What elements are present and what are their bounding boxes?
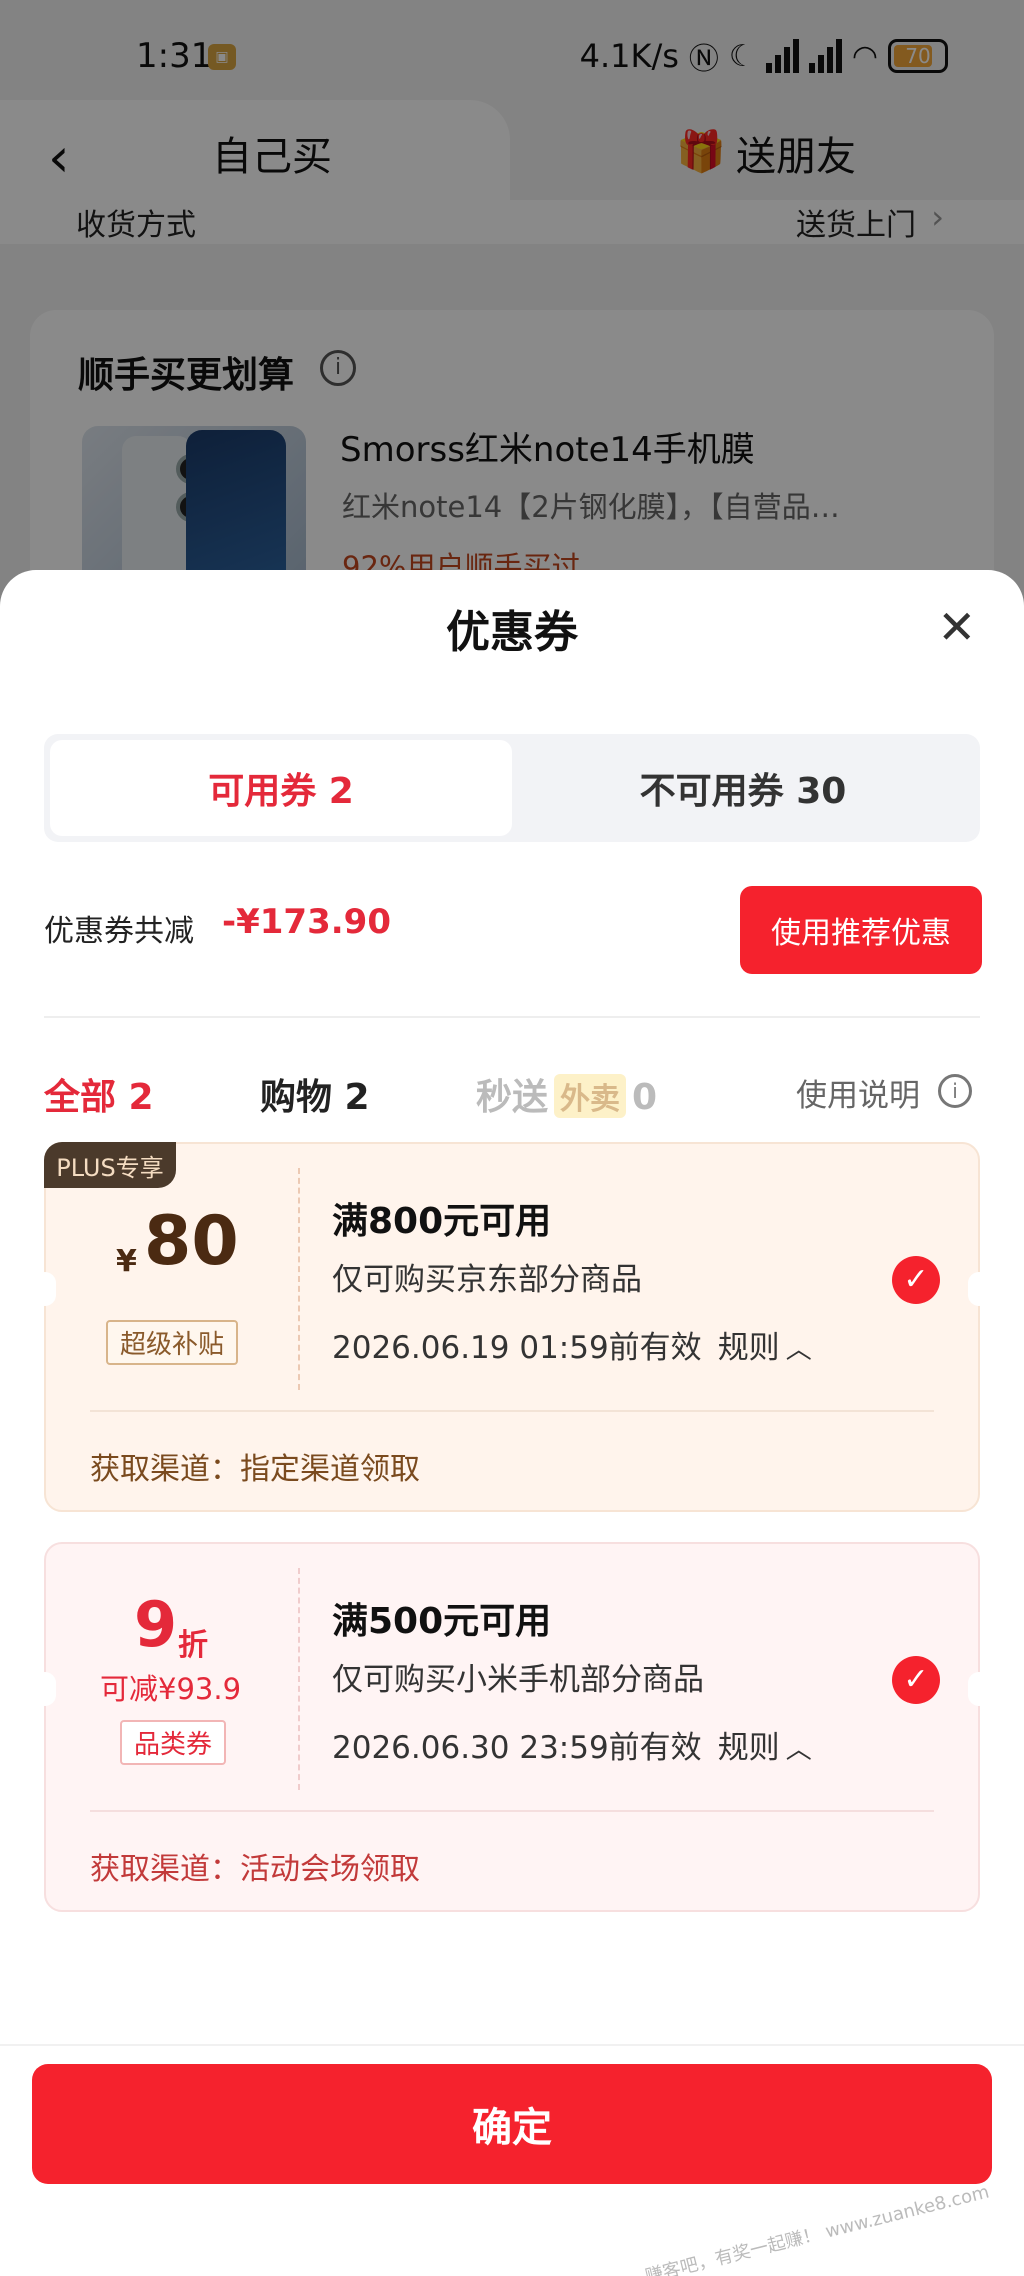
- total-discount-amount: -¥173.90: [222, 902, 391, 942]
- watermark: 赚客吧，有奖一起赚！ www.zuanke8.com: [643, 2181, 992, 2276]
- discount-unit: 折: [178, 1628, 208, 1663]
- modal-overlay[interactable]: [0, 0, 1024, 640]
- coupon-value: ¥ 80 超级补贴: [46, 1144, 302, 1394]
- confirm-button[interactable]: 确定: [32, 2064, 992, 2184]
- coupon-expiry-row: 2026.06.30 23:59前有效 规则 ︿: [332, 1722, 812, 1767]
- coupon-value: 9 折 可减¥93.9 品类券: [46, 1544, 302, 1794]
- use-recommended-button[interactable]: 使用推荐优惠: [740, 886, 982, 974]
- checkmark-icon[interactable]: ✓: [892, 1256, 940, 1304]
- divider: [44, 1016, 980, 1018]
- coupon-type-badge: 品类券: [120, 1720, 227, 1765]
- checkmark-icon[interactable]: ✓: [892, 1656, 940, 1704]
- coupon-source: 获取渠道：指定渠道领取: [90, 1452, 420, 1487]
- coupon-scope: 仅可购买小米手机部分商品: [332, 1662, 704, 1698]
- coupon-scope: 仅可购买京东部分商品: [332, 1262, 642, 1298]
- info-icon[interactable]: i: [938, 1074, 972, 1108]
- filter-shopping[interactable]: 购物 2: [260, 1068, 370, 1120]
- total-discount-label: 优惠券共减: [44, 914, 194, 949]
- coupon-sheet: 优惠券 ✕ 可用券 2 不可用券 30 优惠券共减 -¥173.90 使用推荐优…: [0, 570, 1024, 2276]
- coupon-expiry: 2026.06.30 23:59前有效: [332, 1730, 702, 1766]
- sheet-title: 优惠券: [446, 607, 578, 658]
- coupon-card[interactable]: PLUS专享 ¥ 80 超级补贴 满800元可用 仅可购买京东部分商品 2026…: [34, 1142, 990, 1512]
- takeout-tag: 外卖: [554, 1074, 627, 1118]
- close-icon[interactable]: ✕: [937, 600, 976, 654]
- currency-symbol: ¥: [116, 1244, 137, 1279]
- coupon-expiry-row: 2026.06.19 01:59前有效 规则 ︿: [332, 1322, 812, 1367]
- coupon-rule-toggle[interactable]: 规则: [718, 1730, 780, 1766]
- usage-instructions-link[interactable]: 使用说明: [796, 1070, 920, 1115]
- coupon-rule-toggle[interactable]: 规则: [718, 1330, 780, 1366]
- chevron-up-icon: ︿: [785, 1335, 812, 1365]
- coupon-filters: 全部 2 购物 2 秒送 外卖 0 使用说明 i: [0, 1050, 1024, 1130]
- coupon-card[interactable]: 9 折 可减¥93.9 品类券 满500元可用 仅可购买小米手机部分商品 202…: [34, 1542, 990, 1912]
- filter-fast-delivery[interactable]: 秒送 外卖 0: [476, 1068, 657, 1120]
- discount-rate: 9: [134, 1588, 178, 1661]
- chevron-up-icon: ︿: [785, 1735, 812, 1765]
- coupon-threshold: 满800元可用: [332, 1201, 552, 1242]
- discount-save: 可减¥93.9: [100, 1672, 242, 1706]
- tab-available[interactable]: 可用券 2: [50, 740, 512, 836]
- tab-unavailable[interactable]: 不可用券 30: [512, 740, 974, 836]
- coupon-amount: 80: [144, 1202, 239, 1281]
- coupon-tabs: 可用券 2 不可用券 30: [44, 734, 980, 842]
- coupon-expiry: 2026.06.19 01:59前有效: [332, 1330, 702, 1366]
- filter-all[interactable]: 全部 2: [44, 1068, 154, 1120]
- coupon-threshold: 满500元可用: [332, 1601, 552, 1642]
- coupon-type-badge: 超级补贴: [106, 1320, 239, 1365]
- coupon-source: 获取渠道：活动会场领取: [90, 1852, 420, 1887]
